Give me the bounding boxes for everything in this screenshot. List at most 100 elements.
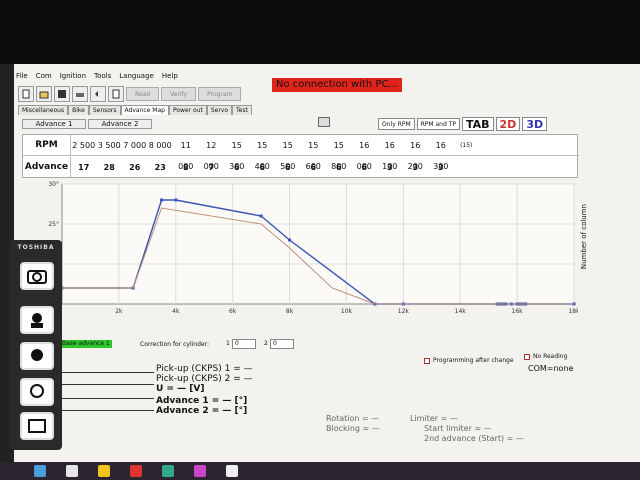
advance-cell[interactable]: 6 [352, 157, 378, 178]
tab-test[interactable]: Test [232, 105, 252, 115]
x-tick-label: 4k [172, 308, 180, 315]
windows-taskbar [0, 462, 640, 480]
cylinder-1-spinner[interactable]: 0 [232, 339, 256, 349]
advance-cell[interactable]: 17 [71, 157, 97, 178]
tab-view-button[interactable]: TAB [461, 117, 494, 131]
rpm-cell[interactable]: 7 000 [122, 135, 148, 155]
menu-ignition[interactable]: Ignition [60, 72, 86, 84]
rpm-cell[interactable]: 15 300 [224, 135, 250, 171]
divider [62, 410, 154, 411]
contact-icon[interactable] [20, 342, 54, 370]
tab-miscellaneous[interactable]: Miscellaneous [18, 105, 69, 115]
tab-sensors[interactable]: Sensors [88, 105, 121, 115]
menu-language[interactable]: Language [119, 72, 154, 84]
id-card-icon[interactable] [20, 412, 54, 440]
advance-cell[interactable]: 3 [428, 157, 454, 178]
divider [62, 384, 154, 385]
rpm-cell[interactable]: 15 500 [275, 135, 301, 171]
rpm-cell[interactable]: 11 000 [173, 135, 199, 171]
file-explorer-icon[interactable] [98, 465, 110, 477]
rpm-cell[interactable]: 3 500 [97, 135, 123, 155]
new-file-icon[interactable] [18, 86, 34, 102]
x-tick-label: 16k [512, 308, 524, 315]
advance-cell[interactable]: 7 [199, 157, 225, 178]
x-tick-label: 14k [455, 308, 467, 315]
advance-cell[interactable]: 6 [301, 157, 327, 178]
advance-1-readout: Advance 1 = — [°] [156, 396, 248, 406]
advance-cell[interactable]: 8 [173, 157, 199, 178]
camera-icon[interactable] [20, 262, 54, 290]
view-mode-buttons: Only RPM RPM and TP TAB 2D 3D [378, 117, 548, 131]
pickup-1-readout: Pick-up (CKPS) 1 = — [156, 364, 253, 374]
rpm-cell[interactable]: 16 200 [403, 135, 429, 171]
x-tick-label: 18k [568, 308, 578, 315]
3d-view-button[interactable]: 3D [522, 117, 548, 131]
advance-cell[interactable]: 3 [377, 157, 403, 178]
columns-count: (15) [460, 142, 473, 149]
subtab-advance-1[interactable]: Advance 1 [22, 119, 86, 129]
save-icon[interactable] [54, 86, 70, 102]
advance-header: Advance [23, 157, 71, 178]
rpm-tp-button[interactable]: RPM and TP [416, 118, 460, 130]
undo-icon[interactable] [90, 86, 106, 102]
toolbar: Read Verify Program [18, 86, 242, 104]
advance-chart[interactable]: 2k4k6k8k10k12k14k16k18k30°25°20° [22, 180, 578, 320]
rpm-cell[interactable]: 8 000 [148, 135, 174, 155]
verify-button[interactable]: Verify [161, 87, 197, 101]
menu-tools[interactable]: Tools [94, 72, 111, 84]
rpm-cell[interactable]: 15 400 [250, 135, 276, 171]
print-icon[interactable] [72, 86, 88, 102]
advance-cell[interactable]: 26 [122, 157, 148, 178]
rpm-cell[interactable]: 15 600 [301, 135, 327, 171]
cylinder-2-spinner[interactable]: 0 [270, 339, 294, 349]
tab-power-out[interactable]: Power out [168, 105, 207, 115]
tab-bike[interactable]: Bike [68, 105, 89, 115]
tab-servo[interactable]: Servo [206, 105, 233, 115]
open-folder-icon[interactable] [36, 86, 52, 102]
advance-cell[interactable]: 6 [224, 157, 250, 178]
edge-icon[interactable] [162, 465, 174, 477]
advance-cell[interactable]: 6 [326, 157, 352, 178]
user-icon[interactable] [20, 306, 54, 334]
rpm-cell[interactable]: 15 800 [326, 135, 352, 171]
blocking-readout: Blocking = — [326, 424, 380, 433]
app-icon[interactable] [226, 465, 238, 477]
voltage-readout: U = — [V] [156, 384, 205, 394]
search-icon[interactable] [66, 465, 78, 477]
windows-start-icon[interactable] [34, 465, 46, 477]
rpm-cell[interactable]: 16 300 [428, 135, 454, 171]
menu-help[interactable]: Help [162, 72, 178, 84]
read-button[interactable]: Read [126, 87, 160, 101]
advance-cell[interactable]: 23 [148, 157, 174, 178]
advance-cell[interactable]: 6 [275, 157, 301, 178]
advance-cell[interactable]: 6 [250, 157, 276, 178]
rpm-cell[interactable]: 16 100 [377, 135, 403, 171]
copy-icon[interactable] [318, 117, 330, 127]
rpm-cell[interactable]: 2 500 [71, 135, 97, 155]
advance-cell[interactable]: 28 [97, 157, 123, 178]
program-button[interactable]: Program [198, 87, 242, 101]
app-icon[interactable] [130, 465, 142, 477]
divider [62, 398, 154, 399]
menu-com[interactable]: Com [36, 72, 52, 84]
2d-view-button[interactable]: 2D [495, 117, 521, 131]
advance-subtabs: Advance 1 Advance 2 [22, 119, 152, 129]
rpm-cell[interactable]: 12 000 [199, 135, 225, 171]
no-reading-checkbox[interactable] [524, 354, 530, 360]
user-refresh-icon[interactable] [20, 378, 54, 406]
only-rpm-button[interactable]: Only RPM [378, 118, 415, 130]
subtab-advance-2[interactable]: Advance 2 [88, 119, 152, 129]
second-advance-readout: 2nd advance (Start) = — [424, 434, 524, 443]
advance-2-readout: Advance 2 = — [°] [156, 406, 248, 416]
menu-file[interactable]: File [16, 72, 28, 84]
camera-side-panel: TOSHIBA [10, 240, 62, 450]
tab-advance-map[interactable]: Advance Map [120, 105, 169, 115]
document-icon[interactable] [108, 86, 124, 102]
programming-after-change-label: Programming after change [433, 357, 514, 364]
rpm-cell[interactable]: 16 000 [352, 135, 378, 171]
pickup-2-readout: Pick-up (CKPS) 2 = — [156, 374, 253, 384]
divider [62, 372, 154, 373]
store-icon[interactable] [194, 465, 206, 477]
programming-after-change-checkbox[interactable] [424, 358, 430, 364]
advance-cell[interactable]: 3 [403, 157, 429, 178]
